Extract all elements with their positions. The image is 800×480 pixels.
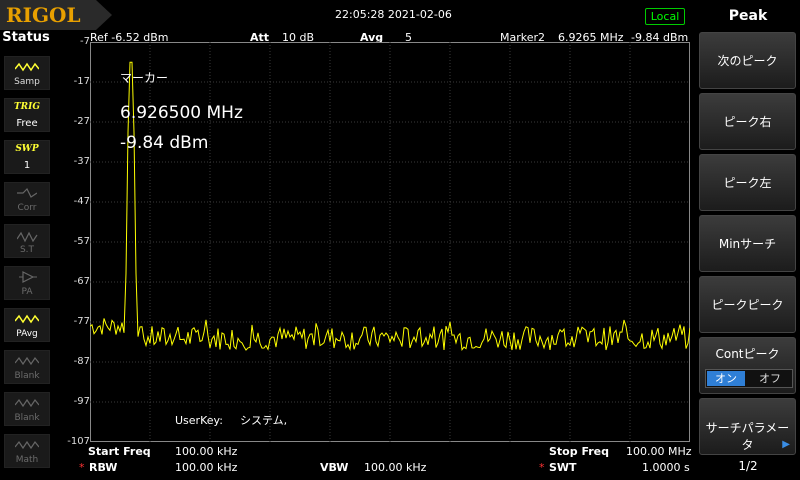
y-tick-label: -57: [73, 236, 90, 247]
stop-freq-value: 100.00 MHz: [626, 445, 692, 458]
trace-icon: [15, 440, 39, 450]
trace-icon: [15, 398, 39, 408]
next-peak-button[interactable]: 次のピーク: [699, 32, 796, 89]
peak-left-button[interactable]: ピーク左: [699, 154, 796, 211]
pavg-icon: [15, 314, 39, 324]
local-status-badge[interactable]: Local: [645, 8, 685, 25]
status-math: Math: [4, 434, 50, 468]
search-params-button[interactable]: サーチパラメータ ▶: [699, 398, 796, 455]
marker-box-freq: 6.926500 MHz: [120, 103, 243, 123]
start-freq-label: Start Freq: [88, 445, 151, 458]
spectrum-chart[interactable]: 2 マーカー 6.926500 MHz -9.84 dBm UserKey: シ…: [90, 42, 690, 442]
rbw-asterisk-icon: *: [79, 461, 85, 474]
marker-box-title: マーカー: [120, 71, 168, 85]
peak-peak-button[interactable]: ピークピーク: [699, 276, 796, 333]
swt-value: 1.0000 s: [642, 461, 690, 474]
toggle-off[interactable]: オフ: [750, 371, 790, 386]
toggle-on[interactable]: オン: [707, 371, 745, 386]
userkey-value: システム,: [240, 414, 287, 427]
status-corr: Corr: [4, 182, 50, 216]
y-tick-label: -7: [80, 36, 90, 47]
y-tick-label: -47: [73, 196, 90, 207]
vbw-value: 100.00 kHz: [364, 461, 427, 474]
status-pavg: PAvg: [4, 308, 50, 342]
y-tick-label: -77: [73, 316, 90, 327]
status-trig: TRIG Free: [4, 98, 50, 132]
wave-samp-icon: [15, 62, 39, 72]
peak-right-button[interactable]: ピーク右: [699, 93, 796, 150]
rbw-value: 100.00 kHz: [175, 461, 238, 474]
y-tick-label: -27: [73, 116, 90, 127]
st-icon: [17, 231, 38, 243]
status-samp: Samp: [4, 56, 50, 90]
menu-title: Peak: [728, 8, 768, 24]
search-params-label: サーチパラメータ: [705, 421, 790, 452]
y-tick-label: -17: [73, 76, 90, 87]
vbw-label: VBW: [320, 461, 349, 474]
datetime: 22:05:28 2021-02-06: [335, 8, 452, 21]
y-tick-label: -107: [67, 436, 90, 447]
status-st: S.T: [4, 224, 50, 258]
y-tick-label: -97: [73, 396, 90, 407]
rigol-logo: RIGOL: [0, 0, 112, 30]
marker-box-level: -9.84 dBm: [120, 133, 208, 153]
userkey-label: UserKey:: [175, 414, 223, 427]
cont-peak-label: Contピーク: [715, 347, 780, 361]
start-freq-value: 100.00 kHz: [175, 445, 238, 458]
status-blank-1: Blank: [4, 350, 50, 384]
status-pa: PA: [4, 266, 50, 300]
status-swp: SWP 1: [4, 140, 50, 174]
page-indicator: 1/2: [738, 459, 758, 473]
swt-asterisk-icon: *: [539, 461, 545, 474]
status-blank-2: Blank: [4, 392, 50, 426]
submenu-arrow-icon: ▶: [782, 439, 790, 450]
swt-label: SWT: [549, 461, 577, 474]
trace-icon: [15, 356, 39, 366]
rbw-label: RBW: [89, 461, 118, 474]
stop-freq-label: Stop Freq: [549, 445, 610, 458]
status-title: Status: [2, 30, 50, 45]
logo-text: RIGOL: [6, 3, 81, 27]
y-tick-label: -87: [73, 356, 90, 367]
pa-icon: [19, 271, 37, 283]
min-search-button[interactable]: Minサーチ: [699, 215, 796, 272]
corr-icon: [17, 187, 37, 198]
y-tick-label: -37: [73, 156, 90, 167]
cont-peak-toggle[interactable]: オン オフ: [705, 369, 793, 388]
y-tick-label: -67: [73, 276, 90, 287]
cont-peak-button[interactable]: Contピーク オン オフ: [699, 337, 796, 394]
